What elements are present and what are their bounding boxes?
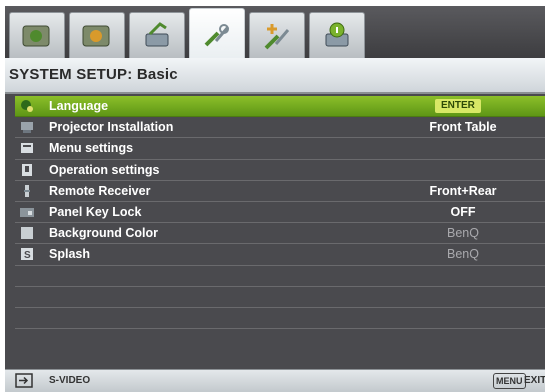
menu-item-language[interactable]: Language ENTER <box>15 96 545 118</box>
menu-item-label: Operation settings <box>49 162 160 177</box>
information-tab-icon <box>325 22 349 46</box>
exit-label: EXIT <box>524 375 545 386</box>
picture-advanced-tab-icon <box>82 25 110 46</box>
enter-badge[interactable]: ENTER <box>435 99 481 113</box>
splash-icon: S <box>21 248 33 261</box>
language-icon <box>21 100 33 112</box>
menu-item-label: Splash <box>49 247 90 262</box>
menu-item-value[interactable]: BenQ <box>413 226 513 240</box>
status-footer: S-VIDEO MENU EXIT <box>5 369 545 392</box>
menu-settings-icon <box>21 143 33 154</box>
picture-tab-icon <box>22 25 50 46</box>
menu-key-badge[interactable]: MENU <box>493 373 526 389</box>
menu-item-value[interactable]: Front Table <box>413 120 513 134</box>
empty-row <box>15 266 545 287</box>
menu-item-background-color[interactable]: Background Color BenQ <box>15 223 545 245</box>
menu-item-splash[interactable]: S Splash BenQ <box>15 244 545 266</box>
tab-picture-advanced[interactable] <box>69 12 125 58</box>
svg-text:S: S <box>24 250 31 261</box>
menu-item-menu-settings[interactable]: Menu settings <box>15 138 545 160</box>
menu-list: Language ENTER Projector Installation Fr… <box>15 96 545 330</box>
tab-display[interactable] <box>129 12 185 58</box>
panel-key-lock-icon <box>20 207 34 217</box>
system-setup-basic-tab-icon <box>204 23 230 46</box>
empty-row <box>15 287 545 308</box>
menu-item-panel-key-lock[interactable]: Panel Key Lock OFF <box>15 202 545 224</box>
input-source-icon <box>15 373 33 388</box>
menu-item-label: Remote Receiver <box>49 183 151 198</box>
menu-item-value[interactable]: OFF <box>413 205 513 219</box>
menu-item-label: Menu settings <box>49 141 134 156</box>
menu-item-value[interactable]: BenQ <box>413 247 513 261</box>
page-title-band: SYSTEM SETUP: Basic <box>5 58 545 94</box>
input-source-label: S-VIDEO <box>49 375 91 386</box>
background-color-icon <box>21 227 33 240</box>
menu-item-label: Projector Installation <box>49 120 174 135</box>
page-title: SYSTEM SETUP: Basic <box>9 66 178 83</box>
menu-item-operation-settings[interactable]: Operation settings <box>15 160 545 181</box>
menu-item-remote-receiver[interactable]: Remote Receiver Front+Rear <box>15 181 545 202</box>
empty-row <box>15 308 545 330</box>
tab-picture[interactable] <box>9 12 65 58</box>
projector-installation-icon <box>21 122 33 134</box>
menu-item-label: Background Color <box>49 226 159 241</box>
tab-information[interactable] <box>309 12 365 58</box>
display-tab-icon <box>145 21 169 46</box>
system-setup-advanced-tab-icon <box>264 23 290 49</box>
tab-system-setup-basic[interactable] <box>189 8 245 60</box>
menu-item-label: Panel Key Lock <box>49 204 142 219</box>
menu-item-label: Language <box>49 99 109 113</box>
menu-item-projector-installation[interactable]: Projector Installation Front Table <box>15 117 545 139</box>
menu-item-value[interactable]: Front+Rear <box>413 184 513 198</box>
tab-bar <box>5 6 545 60</box>
osd-menu-window: SYSTEM SETUP: Basic Language ENTER Proje… <box>5 6 545 392</box>
tab-system-setup-advanced[interactable] <box>249 12 305 58</box>
operation-settings-icon <box>22 163 32 176</box>
remote-receiver-icon <box>24 184 30 197</box>
